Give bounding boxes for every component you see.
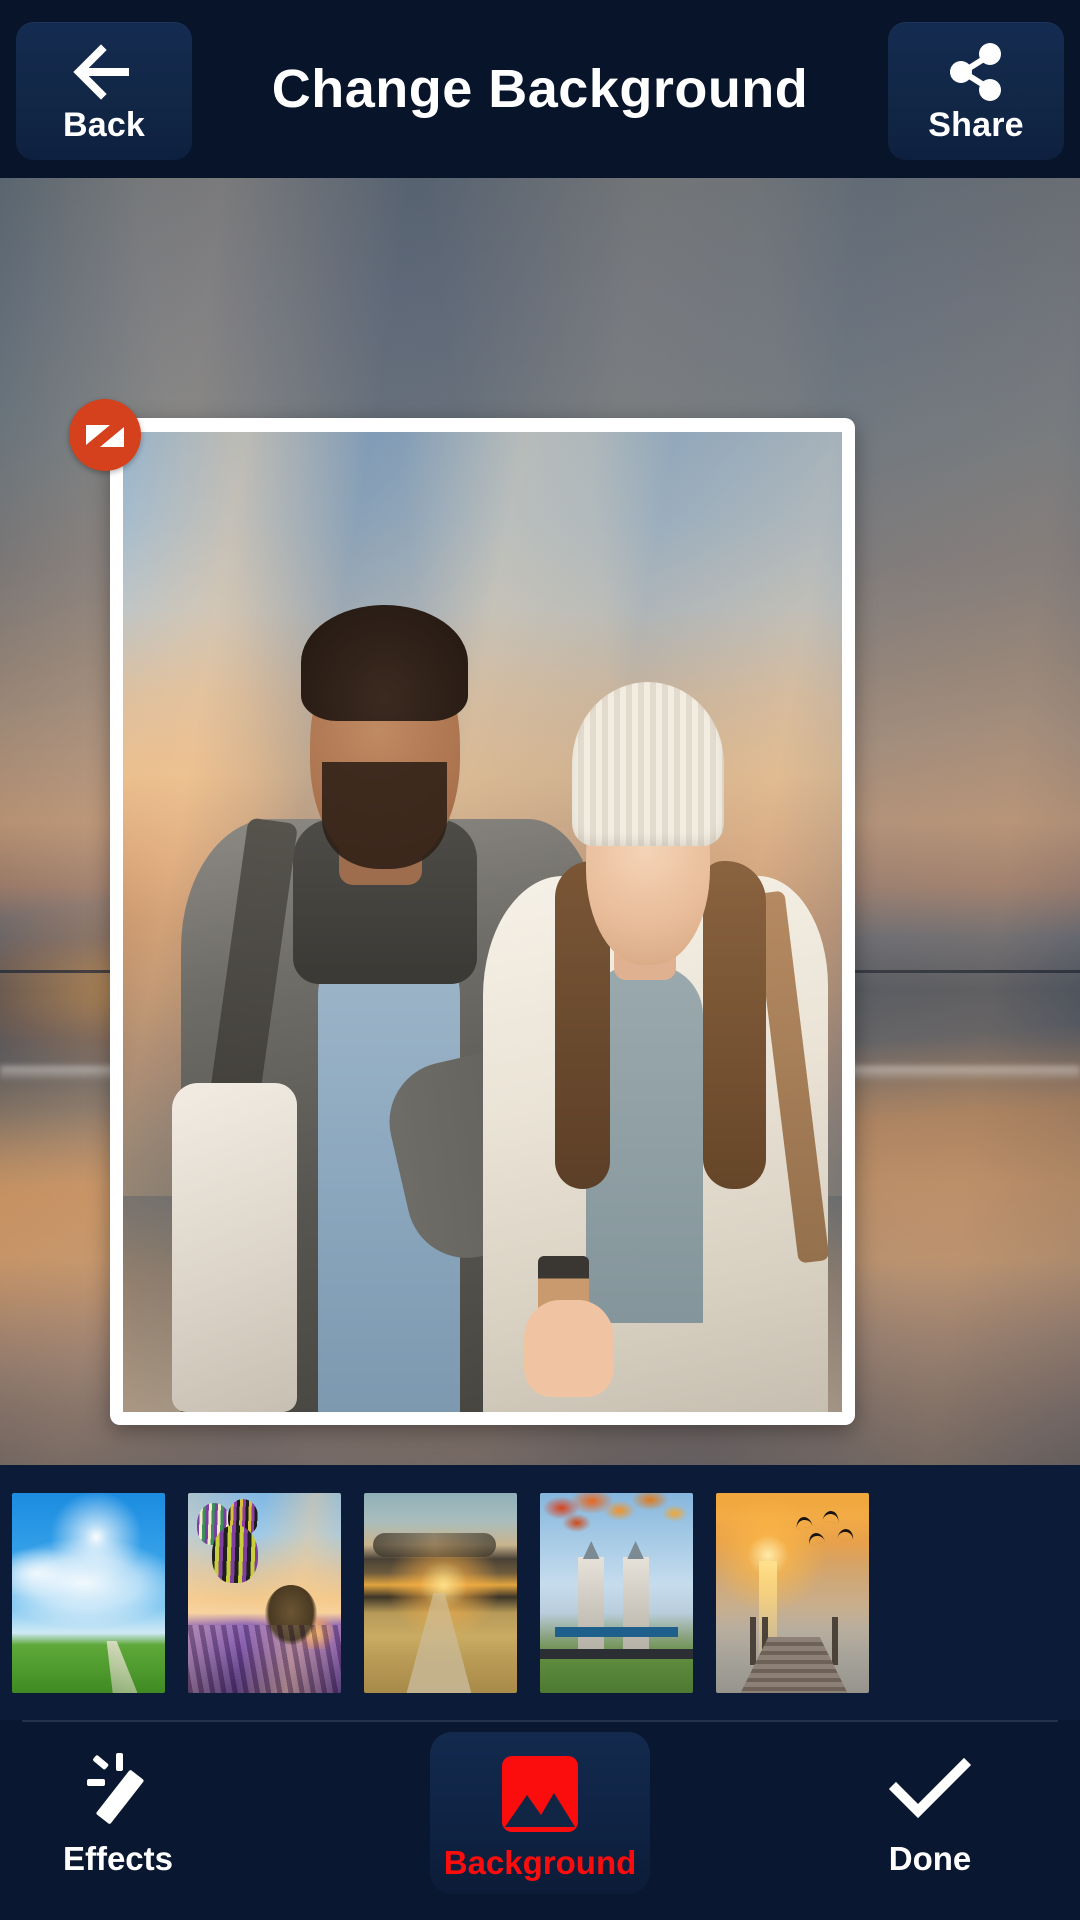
back-button-label: Back [62, 106, 146, 144]
nav-item-effects[interactable]: Effects [8, 1744, 228, 1875]
nav-divider [22, 1720, 1058, 1722]
man-bag [172, 1082, 298, 1412]
editor-canvas[interactable] [0, 178, 1080, 1465]
background-thumb-tower-bridge-autumn[interactable] [540, 1493, 693, 1693]
checkmark-icon [888, 1744, 972, 1836]
background-thumb-blue-sky-meadow[interactable] [12, 1493, 165, 1693]
bird-3-icon [806, 1531, 825, 1546]
field-road [406, 1593, 472, 1693]
nav-item-effects-label: Effects [62, 1840, 174, 1877]
woman-beanie [572, 682, 725, 846]
background-thumb-balloons-lavender[interactable] [188, 1493, 341, 1693]
photo-person-woman [482, 667, 830, 1412]
woman-hair-right [703, 860, 766, 1189]
bird-2-icon [822, 1510, 840, 1523]
magic-wand-icon [75, 1744, 161, 1836]
man-hair [301, 605, 469, 721]
background-thumbnail-list [12, 1493, 869, 1693]
background-thumb-pier-sunset-birds[interactable] [716, 1493, 869, 1693]
nav-item-done[interactable]: Done [820, 1744, 1040, 1875]
share-button[interactable]: Share [888, 22, 1064, 160]
nav-item-background-label: Background [443, 1844, 637, 1881]
nav-item-background[interactable]: Background [430, 1732, 650, 1894]
app-header: Back Change Background Share [0, 0, 1080, 178]
image-mountain-icon [499, 1748, 581, 1840]
bird-4-icon [837, 1527, 856, 1542]
bottom-nav: Effects Background Done [0, 1720, 1080, 1920]
lavender-rows [188, 1625, 341, 1693]
photo-content [123, 432, 842, 1412]
pier-post-3 [832, 1617, 839, 1665]
back-button[interactable]: Back [16, 22, 192, 160]
woman-hands [523, 1300, 614, 1398]
bridge-span [555, 1627, 678, 1637]
background-thumb-sunset-field-road[interactable] [364, 1493, 517, 1693]
pier-post-1 [749, 1617, 756, 1665]
bridge-tower-right [622, 1557, 649, 1657]
man-beard [322, 761, 448, 869]
field-cloud-band [373, 1533, 496, 1557]
photo-frame[interactable] [110, 418, 855, 1425]
resize-triangles-icon[interactable] [69, 399, 141, 471]
background-thumbnail-strip[interactable] [0, 1465, 1080, 1720]
share-button-label: Share [928, 106, 1024, 144]
bird-1-icon [794, 1515, 813, 1530]
arrow-left-icon [71, 40, 137, 104]
meadow-path [106, 1641, 138, 1693]
share-nodes-icon [944, 40, 1008, 104]
bridge-deck [540, 1649, 693, 1659]
balloon-3 [212, 1525, 259, 1583]
nav-item-done-label: Done [888, 1840, 972, 1877]
autumn-leaves [540, 1493, 693, 1561]
bridge-tower-left [578, 1557, 605, 1657]
